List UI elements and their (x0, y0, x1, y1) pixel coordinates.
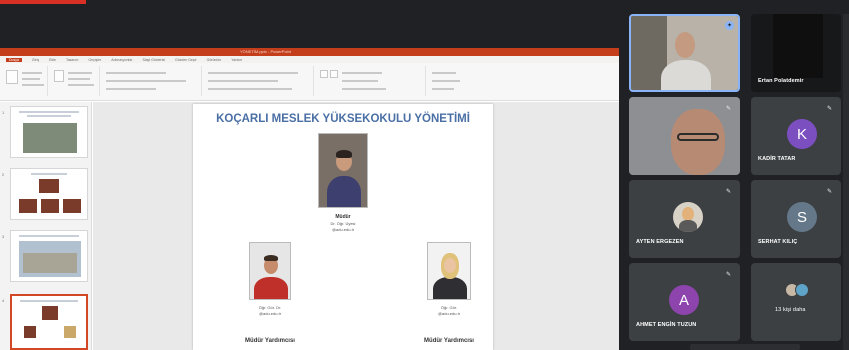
active-tab-indicator (0, 0, 86, 4)
director-photo (318, 133, 368, 208)
video-person-face (671, 109, 725, 175)
slide-editor-canvas: KOÇARLI MESLEK YÜKSEKOKULU YÖNETİMİ Müdü… (93, 102, 619, 350)
thumb-number: 3 (2, 234, 5, 239)
thumb-number: 1 (2, 110, 5, 115)
menu-slideshow[interactable]: Slayt Gösterisi (142, 58, 165, 62)
paste-icon[interactable] (6, 70, 18, 84)
new-slide-icon[interactable] (54, 70, 64, 82)
more-avatar-2 (795, 283, 809, 297)
ribbon-group-drawing (316, 66, 426, 96)
ribbon-group-editing (428, 66, 478, 96)
participant-avatar: A (669, 285, 699, 315)
video-person-head (675, 32, 695, 58)
mic-off-icon: ✎ (725, 189, 731, 195)
ribbon-group-font (102, 66, 202, 96)
assistant-left-photo (249, 242, 291, 300)
director-name: Dr. Öğr. Üyesi (330, 221, 356, 226)
participant-tile-video2[interactable]: ✎ (629, 97, 740, 175)
participant-tile-self[interactable]: ✦ (629, 14, 740, 92)
ribbon-group-clipboard (2, 66, 48, 96)
slide-thumbnail-2[interactable] (10, 168, 88, 220)
participant-tile-ayten[interactable]: ✎ AYTEN ERGEZEN (629, 180, 740, 258)
assistant-left-name: Öğr. Gör. Dr. (258, 305, 282, 310)
slide-thumbnail-3[interactable] (10, 230, 88, 282)
meeting-top-bar (0, 0, 849, 14)
menu-animations[interactable]: Animasyonlar (111, 58, 132, 62)
slide-thumbnails-pane: 1 2 3 4 (0, 102, 92, 350)
mic-off-icon: ✎ (725, 272, 731, 278)
ppt-ribbon (0, 63, 619, 101)
shape-icon[interactable] (320, 70, 328, 78)
participant-name: AYTEN ERGEZEN (636, 239, 684, 245)
bottom-control-bar (690, 344, 800, 350)
video-dark-area (773, 14, 823, 78)
arrange-icon[interactable] (330, 70, 338, 78)
participant-tile-ertan[interactable]: Ertan Polatdemir (751, 14, 841, 92)
glasses-shape (677, 133, 719, 141)
assistant-left-email: @adu.edu.tr (258, 311, 282, 316)
shared-screen: YÖNETİM.pptx - PowerPoint Dosya Giriş Ek… (0, 48, 619, 350)
mic-off-icon: ✎ (826, 189, 832, 195)
right-edge-panel (843, 14, 849, 350)
video-person-body (661, 60, 711, 90)
participant-name: SERHAT KILIÇ (758, 239, 798, 245)
assistant-right-name: Öğr. Gör. (440, 305, 458, 310)
ribbon-group-paragraph (204, 66, 314, 96)
menu-file[interactable]: Dosya (6, 57, 22, 62)
current-slide[interactable]: KOÇARLI MESLEK YÜKSEKOKULU YÖNETİMİ Müdü… (193, 104, 493, 350)
menu-insert[interactable]: Ekle (49, 58, 56, 62)
ppt-title-bar: YÖNETİM.pptx - PowerPoint (0, 48, 619, 56)
menu-design[interactable]: Tasarım (66, 58, 78, 62)
director-email: @adu.edu.tr (331, 227, 355, 232)
slide-title: KOÇARLI MESLEK YÜKSEKOKULU YÖNETİMİ (216, 113, 470, 125)
pin-icon[interactable]: ✦ (725, 21, 734, 30)
ppt-menu-bar: Dosya Giriş Ekle Tasarım Geçişler Animas… (0, 56, 619, 63)
participant-avatar (673, 202, 703, 232)
assistant-right-email: @adu.edu.tr (437, 311, 461, 316)
participant-name: Ertan Polatdemir (758, 78, 804, 84)
more-participants-tile[interactable]: 13 kişi daha (751, 263, 841, 341)
menu-help[interactable]: Yardım (231, 58, 242, 62)
menu-home[interactable]: Giriş (32, 58, 39, 62)
mic-off-icon: ✎ (826, 106, 832, 112)
more-participants-label: 13 kişi daha (775, 307, 806, 313)
menu-view[interactable]: Görünüm (207, 58, 222, 62)
thumb-number: 4 (2, 298, 5, 303)
menu-transitions[interactable]: Geçişler (88, 58, 101, 62)
participant-name: KADİR TATAR (758, 156, 796, 162)
assistant-right-photo (427, 242, 471, 300)
slide-thumbnail-1[interactable] (10, 106, 88, 158)
menu-review[interactable]: Gözden Geçir (175, 58, 197, 62)
participant-avatar: S (787, 202, 817, 232)
participant-tile-kadir[interactable]: K ✎ KADİR TATAR (751, 97, 841, 175)
ppt-window-title: YÖNETİM.pptx - PowerPoint (240, 49, 291, 54)
slide-thumbnail-4[interactable] (10, 294, 88, 350)
director-role: Müdür (335, 214, 351, 220)
participant-avatar: K (787, 119, 817, 149)
assistant-right-role: Müdür Yardımcısı (424, 338, 474, 344)
participant-tile-ahmet[interactable]: A ✎ AHMET ENGİN TUZUN (629, 263, 740, 341)
participant-tile-serhat[interactable]: S ✎ SERHAT KILIÇ (751, 180, 841, 258)
thumb-number: 2 (2, 172, 5, 177)
assistant-left-role: Müdür Yardımcısı (245, 338, 295, 344)
mic-off-icon: ✎ (725, 106, 731, 112)
participant-name: AHMET ENGİN TUZUN (636, 322, 697, 328)
ribbon-group-slides (50, 66, 100, 96)
